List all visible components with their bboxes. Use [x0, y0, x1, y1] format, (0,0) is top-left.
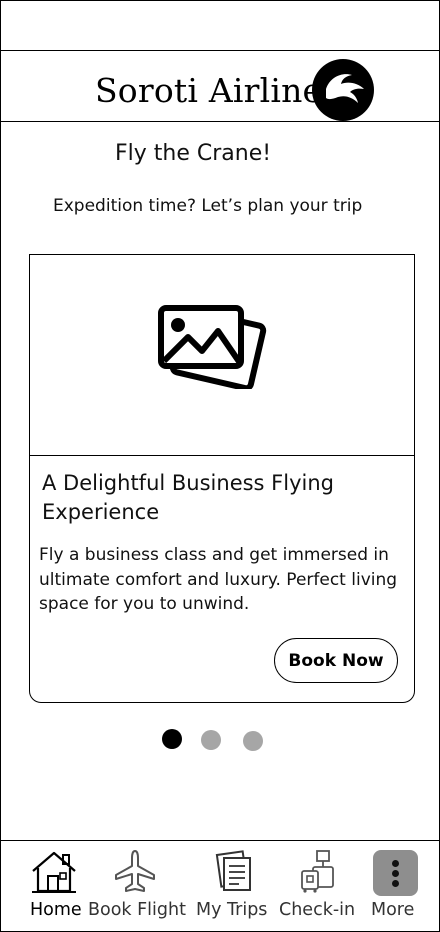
greeting-heading: Fly the Crane!	[115, 141, 272, 166]
home-icon	[32, 851, 76, 893]
image-placeholder-icon	[158, 305, 267, 389]
tab-home[interactable]: Home	[1, 841, 85, 932]
tab-book-flight-label: Book Flight	[88, 900, 186, 920]
tab-my-trips[interactable]: My Trips	[189, 841, 271, 932]
brand-name: Soroti Airlines	[95, 71, 340, 110]
tab-book-flight[interactable]: Book Flight	[85, 841, 187, 932]
promo-card[interactable]: A Delightful Business Flying Experience …	[29, 254, 415, 703]
crane-logo-icon	[312, 59, 374, 121]
tab-more-label: More	[371, 900, 415, 920]
more-vertical-icon[interactable]	[373, 850, 418, 896]
status-bar	[1, 1, 439, 51]
carousel-indicator	[1, 729, 439, 753]
luggage-icon	[301, 850, 334, 893]
greeting-subtitle: Expedition time? Let’s plan your trip	[53, 196, 363, 216]
app-header: Soroti Airlines	[1, 51, 439, 122]
tab-home-label: Home	[30, 900, 82, 920]
carousel-dot-1[interactable]	[162, 729, 182, 749]
airplane-icon	[115, 850, 155, 892]
tab-check-in[interactable]: Check-in	[277, 841, 361, 932]
app-screen: Soroti Airlines Fly the Crane! Expeditio…	[0, 0, 440, 932]
promo-card-image	[30, 255, 414, 456]
book-now-button[interactable]: Book Now	[274, 638, 398, 683]
tab-my-trips-label: My Trips	[196, 900, 268, 920]
carousel-dot-3[interactable]	[243, 731, 263, 751]
promo-card-title: A Delightful Business Flying Experience	[42, 471, 334, 524]
bottom-tab-bar: Home Book Flight My Trips Check-in More	[1, 840, 439, 932]
carousel-dot-2[interactable]	[201, 730, 221, 750]
documents-icon	[215, 850, 251, 891]
tab-check-in-label: Check-in	[279, 900, 356, 920]
promo-card-description: Fly a business class and get immersed in…	[39, 545, 398, 614]
